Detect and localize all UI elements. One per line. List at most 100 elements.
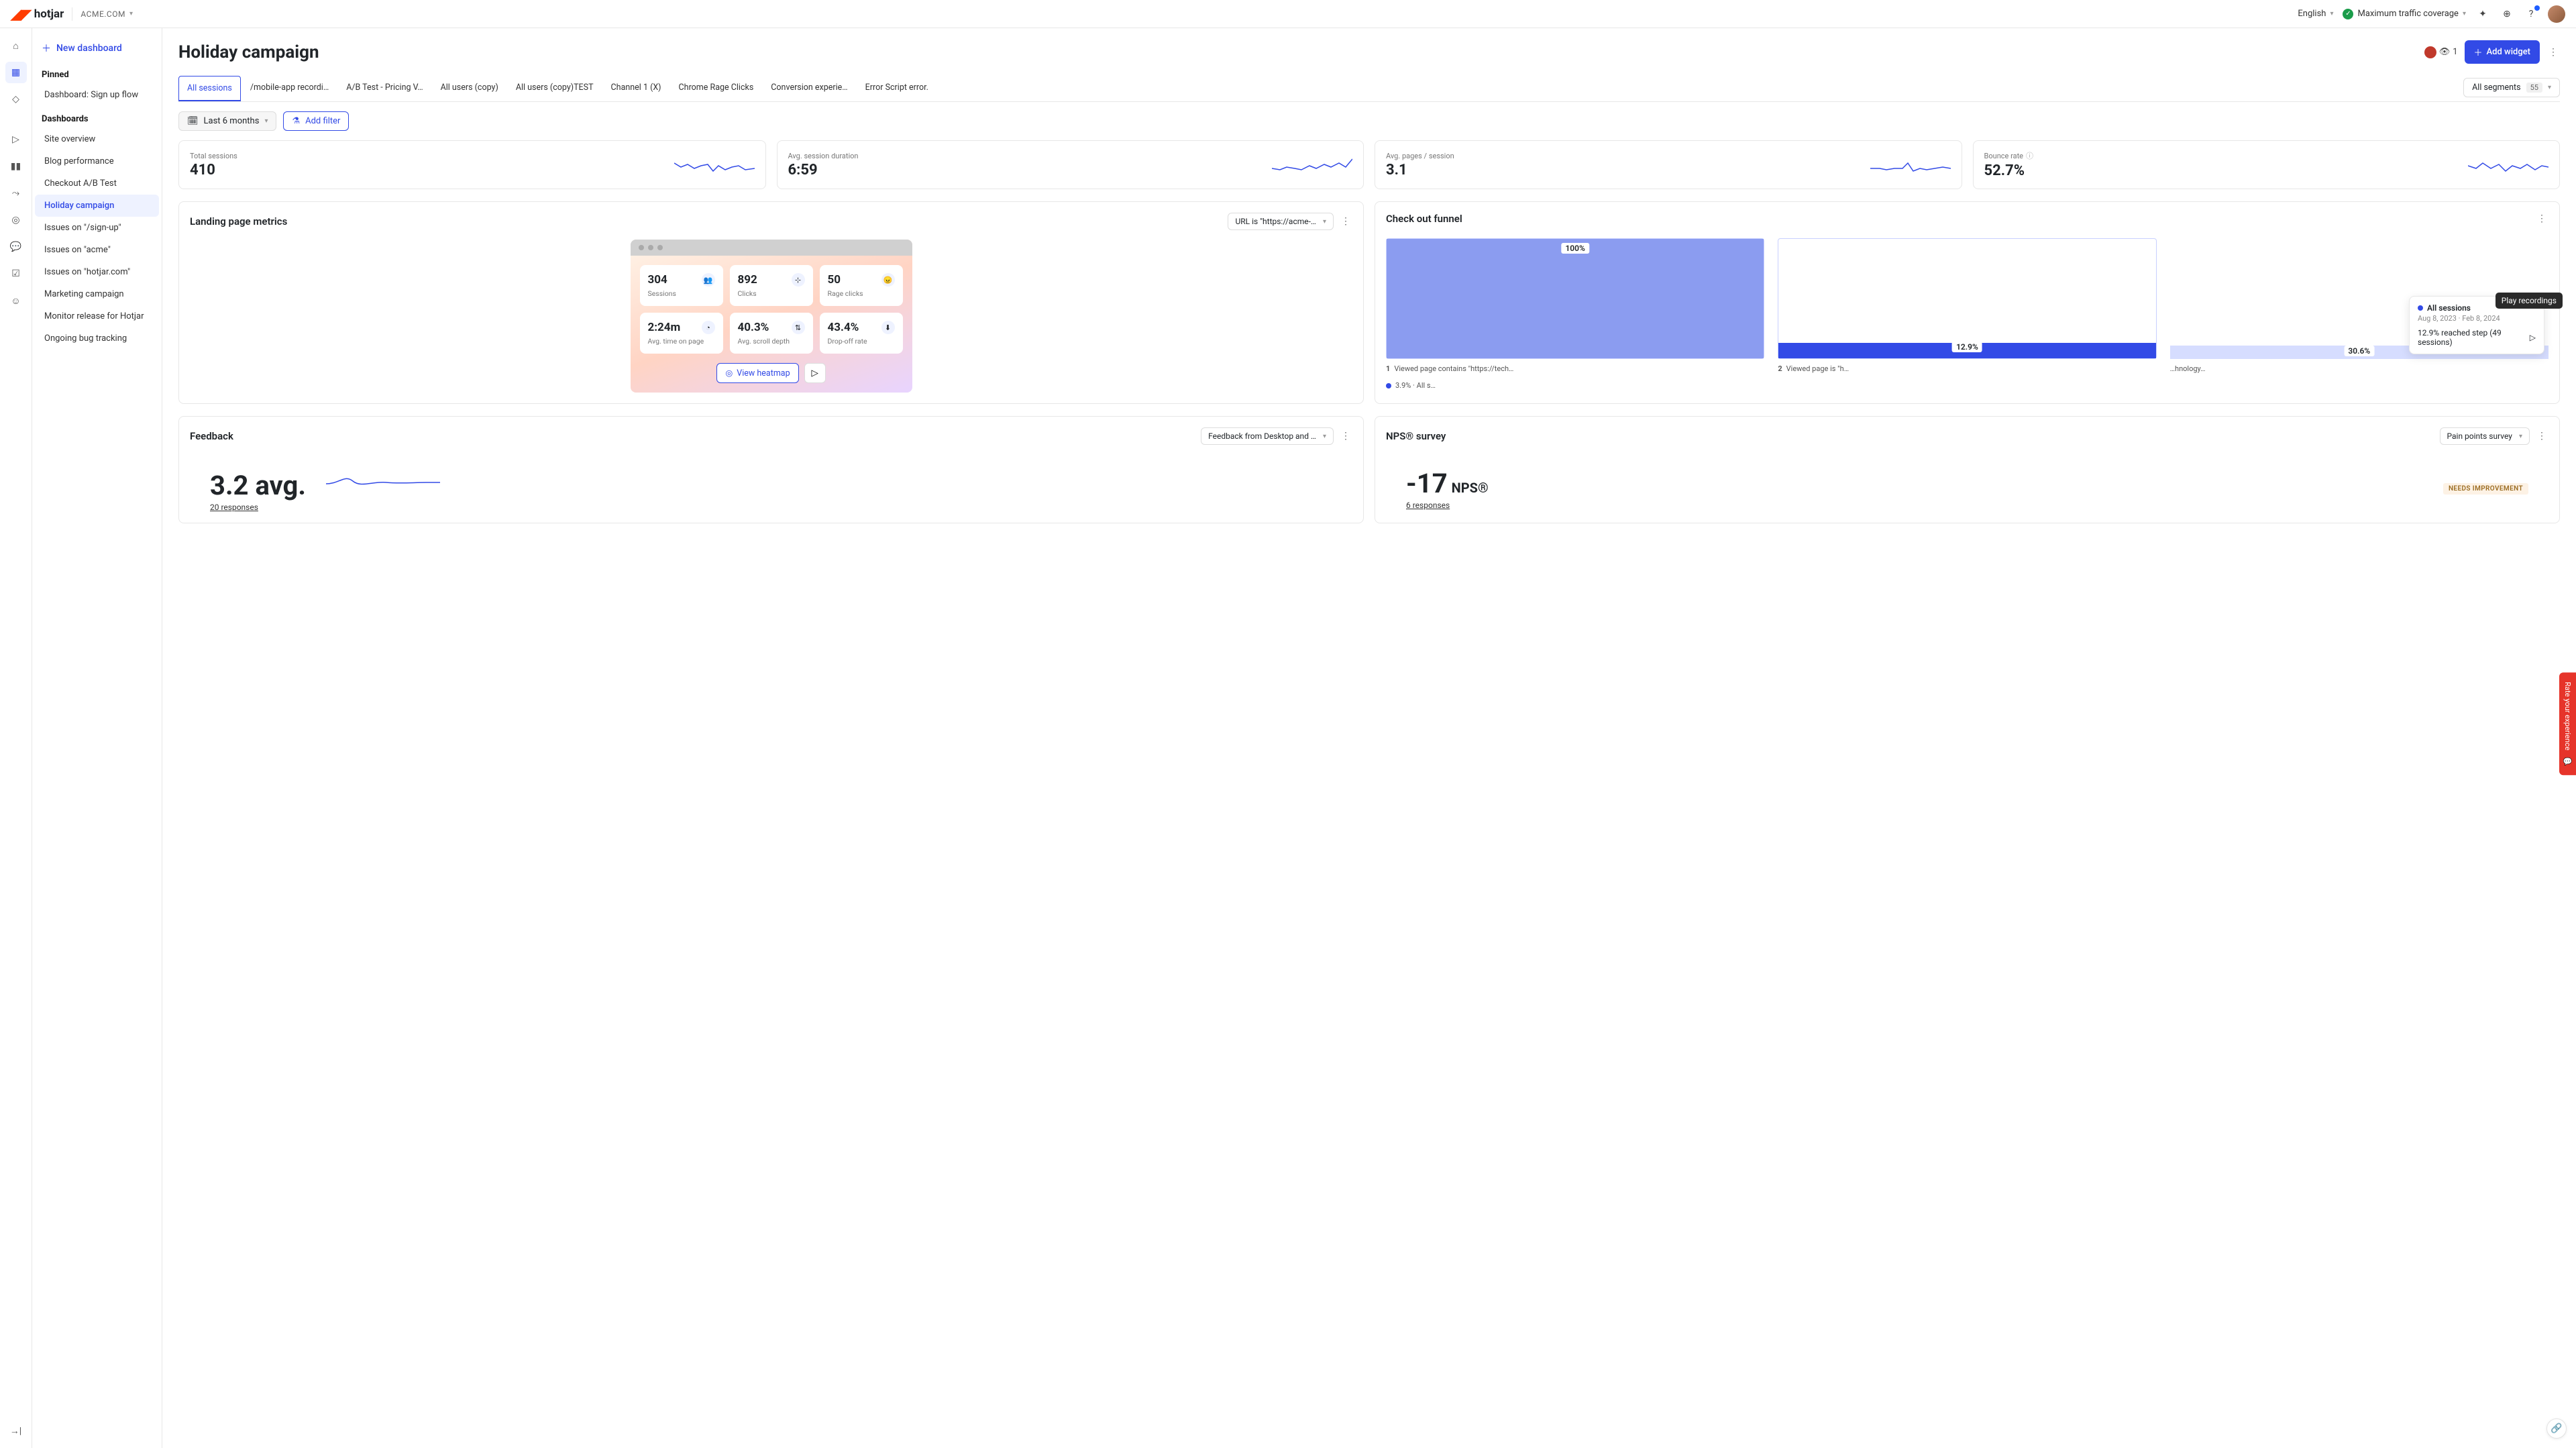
flame-icon: ◢◤ [11, 6, 32, 22]
info-icon[interactable]: ⓘ [2026, 150, 2033, 161]
funnel-popover: Play recordings All sessions Aug 8, 2023… [2409, 296, 2544, 354]
segment-tab[interactable]: Error Script error. [857, 76, 936, 101]
segment-tab[interactable]: Conversion experie… [763, 76, 855, 101]
view-heatmap-button[interactable]: ◎View heatmap [716, 363, 798, 383]
rate-experience-tab[interactable]: Rate your experience 💬 [2559, 672, 2576, 775]
rail-home-icon[interactable]: ⌂ [5, 35, 27, 56]
funnel-chart: 100% 1Viewed page contains "https://tech… [1386, 234, 2548, 377]
funnel-legend: 3.9% · All s… [1386, 381, 2548, 390]
rail-dashboards-icon[interactable]: ▦ [5, 62, 27, 83]
rail-highlights-icon[interactable]: ◇ [5, 89, 27, 110]
rail-users-icon[interactable]: ☺ [5, 290, 27, 311]
traffic-coverage[interactable]: ✓ Maximum traffic coverage ▾ [2343, 9, 2466, 19]
rail-trends-icon[interactable]: ◎ [5, 209, 27, 231]
rail-feedback-icon[interactable]: 💬 [5, 236, 27, 258]
link-fab[interactable]: 🔗 [2546, 1418, 2567, 1439]
rail-collapse-icon[interactable]: →| [5, 1420, 27, 1441]
stat-card[interactable]: Total sessions410 [178, 140, 766, 189]
segment-tab[interactable]: Channel 1 (X) [603, 76, 669, 101]
target-icon: ◎ [725, 368, 733, 378]
segment-tab[interactable]: All sessions [178, 76, 241, 101]
widget-title: NPS® survey [1386, 430, 1446, 442]
notification-dot [2534, 5, 2540, 11]
responses-link[interactable]: 20 responses [210, 503, 306, 512]
page-header: Holiday campaign 👁 1 ＋ Add widget ⋮ [178, 40, 2560, 64]
sidebar-item[interactable]: Site overview [35, 128, 159, 150]
rail-surveys-icon[interactable]: ☑ [5, 263, 27, 285]
stat-row: Total sessions410 Avg. session duration6… [178, 140, 2560, 189]
dashboards-header: Dashboards [32, 106, 162, 128]
rail-heatmaps-icon[interactable]: ▮▮ [5, 156, 27, 177]
all-segments-button[interactable]: All segments 55 ▾ [2463, 78, 2560, 97]
filter-icon: ⚗ [292, 116, 300, 126]
date-filter[interactable]: 🗓 Last 6 months ▾ [178, 111, 276, 131]
segment-tab[interactable]: All users (copy)TEST [508, 76, 602, 101]
filter-bar: 🗓 Last 6 months ▾ ⚗ Add filter [178, 102, 2560, 140]
segment-tab[interactable]: /mobile-app recordi… [242, 76, 337, 101]
nps-status-badge: NEEDS IMPROVEMENT [2443, 483, 2528, 495]
language-selector[interactable]: English ▾ [2298, 9, 2333, 19]
responses-link[interactable]: 6 responses [1406, 501, 1489, 510]
check-icon: ✓ [2343, 9, 2353, 19]
stat-card[interactable]: Avg. session duration6:59 [777, 140, 1364, 189]
landing-widget: Landing page metrics URL is "https://acm… [178, 201, 1364, 404]
brand-logo[interactable]: ◢◤ hotjar [11, 6, 64, 22]
invite-user-icon[interactable]: ⊕ [2500, 7, 2514, 21]
sidebar-item[interactable]: Checkout A/B Test [35, 172, 159, 195]
play-icon[interactable]: ▷ [2530, 333, 2536, 342]
feedback-filter[interactable]: Feedback from Desktop and …▾ [1201, 427, 1334, 445]
dropoff-icon: ⬇ [881, 321, 895, 334]
funnel-step[interactable]: 100% 1Viewed page contains "https://tech… [1386, 238, 1764, 373]
segment-tab[interactable]: Chrome Rage Clicks [671, 76, 762, 101]
sidebar-item[interactable]: Issues on "hotjar.com" [35, 261, 159, 283]
sidebar: ＋ New dashboard Pinned Dashboard: Sign u… [32, 28, 162, 1448]
add-widget-button[interactable]: ＋ Add widget [2465, 40, 2540, 64]
widget-menu-icon[interactable]: ⋮ [1339, 216, 1352, 227]
play-button[interactable]: ▷ [804, 363, 826, 383]
stat-card[interactable]: Avg. pages / session3.1 [1375, 140, 1962, 189]
cursor-icon: ⊹ [792, 273, 805, 287]
help-icon[interactable]: ? [2524, 7, 2538, 21]
landing-filter[interactable]: URL is "https://acme-…▾ [1228, 213, 1334, 230]
user-avatar[interactable] [2548, 5, 2565, 23]
nps-widget: NPS® survey Pain points survey▾ ⋮ -17 NP… [1375, 416, 2560, 523]
site-selector[interactable]: ACME.COM ▾ [80, 9, 133, 19]
brand-name: hotjar [34, 7, 64, 21]
sparkline [674, 155, 755, 175]
segment-tab[interactable]: A/B Test - Pricing V… [338, 76, 431, 101]
metric-grid: 304Sessions👥 892Clicks⊹ 50Rage clicks😠 2… [640, 265, 903, 354]
viewers[interactable]: 👁 1 [2424, 46, 2458, 58]
widget-menu-icon[interactable]: ⋮ [2535, 213, 2548, 224]
sidebar-item[interactable]: Blog performance [35, 150, 159, 172]
viewer-avatar [2424, 46, 2436, 58]
widget-menu-icon[interactable]: ⋮ [2535, 431, 2548, 442]
add-filter-button[interactable]: ⚗ Add filter [283, 111, 349, 131]
page-title: Holiday campaign [178, 42, 319, 62]
new-dashboard-button[interactable]: ＋ New dashboard [32, 35, 162, 62]
rail-recordings-icon[interactable]: ▷ [5, 129, 27, 150]
sidebar-item[interactable]: Marketing campaign [35, 283, 159, 305]
link-icon: 🔗 [2551, 1423, 2562, 1434]
segment-tab[interactable]: All users (copy) [433, 76, 506, 101]
nps-filter[interactable]: Pain points survey▾ [2440, 427, 2530, 445]
feedback-widget: Feedback Feedback from Desktop and …▾ ⋮ … [178, 416, 1364, 523]
stat-card[interactable]: Bounce rateⓘ52.7% [1973, 140, 2561, 189]
sidebar-item-active[interactable]: Holiday campaign [35, 195, 159, 217]
topbar: ◢◤ hotjar ACME.COM ▾ English ▾ ✓ Maximum… [0, 0, 2576, 28]
widget-menu-icon[interactable]: ⋮ [1339, 431, 1352, 442]
sidebar-item[interactable]: Ongoing bug tracking [35, 327, 159, 350]
nav-rail: ⌂ ▦ ◇ ▷ ▮▮ ⤳ ◎ 💬 ☑ ☺ →| [0, 28, 32, 1448]
sidebar-item-pinned[interactable]: Dashboard: Sign up flow [35, 84, 159, 106]
users-icon: 👥 [702, 273, 715, 287]
rail-funnels-icon[interactable]: ⤳ [5, 183, 27, 204]
chevron-down-icon: ▾ [264, 117, 268, 125]
page-menu-icon[interactable]: ⋮ [2546, 47, 2560, 58]
sidebar-item[interactable]: Monitor release for Hotjar [35, 305, 159, 327]
puzzle-icon[interactable]: ✦ [2475, 7, 2490, 21]
play-icon: ▷ [811, 368, 818, 378]
sidebar-item[interactable]: Issues on "acme" [35, 239, 159, 261]
funnel-step[interactable]: 12.9% 2Viewed page is "h… [1778, 238, 2156, 373]
sidebar-item[interactable]: Issues on "/sign-up" [35, 217, 159, 239]
metric-card: 50Rage clicks😠 [820, 265, 903, 306]
metric-card: 304Sessions👥 [640, 265, 723, 306]
